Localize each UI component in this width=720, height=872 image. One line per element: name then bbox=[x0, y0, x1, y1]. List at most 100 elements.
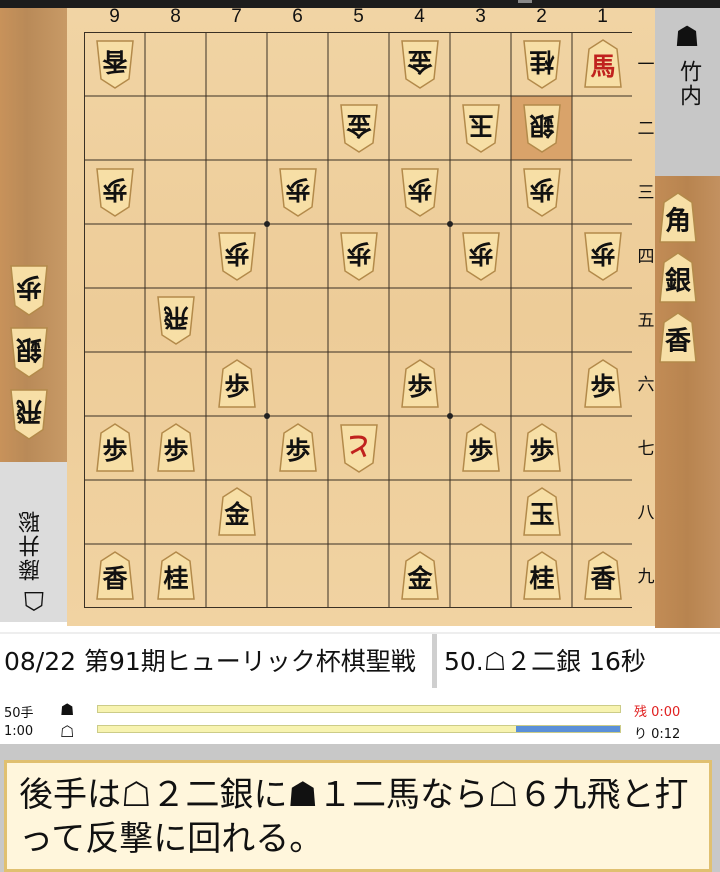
gote-piece[interactable]: 玉 bbox=[461, 103, 501, 153]
sente-mark-icon: ☗ bbox=[674, 20, 700, 53]
svg-text:歩: 歩 bbox=[407, 175, 432, 204]
column-label: 2 bbox=[536, 6, 547, 27]
svg-text:歩: 歩 bbox=[102, 436, 127, 465]
sente-piece[interactable]: 香 bbox=[583, 551, 623, 601]
star-point bbox=[264, 221, 270, 227]
svg-text:飛: 飛 bbox=[163, 303, 188, 332]
sente-piece[interactable]: 玉 bbox=[522, 487, 562, 537]
gote-hand-piece[interactable]: 歩 bbox=[9, 264, 49, 316]
star-point bbox=[447, 413, 453, 419]
gote-piece[interactable]: 歩 bbox=[522, 167, 562, 217]
svg-text:と: と bbox=[346, 431, 371, 460]
sente-piece[interactable]: 桂 bbox=[522, 551, 562, 601]
sente-piece[interactable]: 歩 bbox=[95, 423, 135, 473]
gote-time-bar bbox=[97, 725, 621, 733]
column-label: 7 bbox=[231, 6, 242, 27]
svg-text:歩: 歩 bbox=[102, 175, 127, 204]
move-count: 50手 bbox=[4, 706, 34, 721]
row-label: 五 bbox=[637, 311, 655, 331]
gote-piece[interactable]: 歩 bbox=[339, 231, 379, 281]
sente-piece[interactable]: 香 bbox=[95, 551, 135, 601]
gote-piece[interactable]: 歩 bbox=[95, 167, 135, 217]
gote-piece[interactable]: 香 bbox=[95, 39, 135, 89]
svg-text:飛: 飛 bbox=[16, 396, 42, 426]
column-label: 5 bbox=[353, 6, 364, 27]
sente-hand-piece[interactable]: 銀 bbox=[658, 252, 698, 304]
sente-piece[interactable]: 歩 bbox=[522, 423, 562, 473]
sente-piece[interactable]: 馬 bbox=[583, 39, 623, 89]
svg-text:銀: 銀 bbox=[529, 111, 554, 140]
sente-hand-piece[interactable]: 香 bbox=[658, 312, 698, 364]
sente-player-name: 竹内 bbox=[676, 60, 701, 108]
gote-piece[interactable]: 金 bbox=[400, 39, 440, 89]
gote-mark-icon: ☖ bbox=[22, 585, 46, 615]
sente-piece[interactable]: 金 bbox=[217, 487, 257, 537]
row-label: 九 bbox=[637, 567, 655, 587]
gote-player-name: 藤井聡 bbox=[19, 509, 44, 581]
sente-remaining: 残 0:00 bbox=[634, 705, 681, 720]
gote-clock-icon: ☖ bbox=[60, 722, 75, 741]
svg-text:銀: 銀 bbox=[16, 334, 42, 364]
svg-text:玉: 玉 bbox=[529, 500, 554, 529]
gote-remaining: り 0:12 bbox=[634, 727, 681, 742]
svg-text:歩: 歩 bbox=[529, 436, 554, 465]
clock-panel: 50手 ☗ 残 0:00 1:00 ☖ り 0:12 bbox=[0, 694, 720, 744]
row-label: 一 bbox=[637, 55, 655, 75]
svg-text:歩: 歩 bbox=[346, 239, 371, 268]
svg-text:香: 香 bbox=[590, 564, 615, 593]
svg-text:金: 金 bbox=[223, 500, 250, 529]
sente-piece[interactable]: 歩 bbox=[583, 359, 623, 409]
sente-piece[interactable]: 歩 bbox=[217, 359, 257, 409]
svg-text:歩: 歩 bbox=[407, 372, 432, 401]
gote-piece[interactable]: 飛 bbox=[156, 295, 196, 345]
svg-text:歩: 歩 bbox=[529, 175, 554, 204]
sente-piece[interactable]: 歩 bbox=[400, 359, 440, 409]
column-label: 1 bbox=[597, 6, 608, 27]
sente-piece[interactable]: 桂 bbox=[156, 551, 196, 601]
svg-text:金: 金 bbox=[406, 564, 433, 593]
gote-piece[interactable]: 歩 bbox=[400, 167, 440, 217]
gote-piece[interactable]: 歩 bbox=[278, 167, 318, 217]
svg-text:桂: 桂 bbox=[163, 564, 188, 593]
gote-piece[interactable]: 金 bbox=[339, 103, 379, 153]
comment-text[interactable]: 後手は☖２二銀に☗１二馬なら☖６九飛と打って反撃に回れる。 bbox=[4, 760, 712, 872]
column-label: 6 bbox=[292, 6, 303, 27]
svg-text:歩: 歩 bbox=[16, 272, 42, 302]
svg-text:馬: 馬 bbox=[590, 52, 615, 81]
svg-text:歩: 歩 bbox=[468, 436, 493, 465]
gote-piece[interactable]: 歩 bbox=[217, 231, 257, 281]
current-move[interactable]: 50.☖２二銀 16秒 bbox=[444, 642, 716, 678]
svg-text:香: 香 bbox=[102, 47, 127, 76]
sente-hand-piece[interactable]: 角 bbox=[658, 192, 698, 244]
sente-time-bar bbox=[97, 705, 621, 713]
column-label: 4 bbox=[414, 6, 425, 27]
svg-text:歩: 歩 bbox=[590, 239, 615, 268]
column-label: 9 bbox=[109, 6, 120, 27]
gote-piece[interactable]: 歩 bbox=[461, 231, 501, 281]
svg-text:香: 香 bbox=[665, 326, 691, 356]
gote-piece[interactable]: 歩 bbox=[583, 231, 623, 281]
svg-text:歩: 歩 bbox=[285, 436, 310, 465]
gote-piece[interactable]: 桂 bbox=[522, 39, 562, 89]
sente-piece[interactable]: 歩 bbox=[156, 423, 196, 473]
gote-hand-piece[interactable]: 銀 bbox=[9, 326, 49, 378]
gote-piece[interactable]: 銀 bbox=[522, 103, 562, 153]
svg-text:金: 金 bbox=[345, 111, 372, 140]
sente-piece[interactable]: 金 bbox=[400, 551, 440, 601]
svg-text:歩: 歩 bbox=[590, 372, 615, 401]
gote-hand-piece[interactable]: 飛 bbox=[9, 388, 49, 440]
star-point bbox=[264, 413, 270, 419]
event-title[interactable]: 08/22 第91期ヒューリック杯棋聖戦 bbox=[4, 642, 432, 678]
sente-piece[interactable]: 歩 bbox=[461, 423, 501, 473]
time-setting: 1:00 bbox=[4, 724, 34, 739]
sente-clock-icon: ☗ bbox=[60, 700, 75, 719]
column-label: 8 bbox=[170, 6, 181, 27]
star-point bbox=[447, 221, 453, 227]
sente-piece[interactable]: 歩 bbox=[278, 423, 318, 473]
svg-text:歩: 歩 bbox=[224, 239, 249, 268]
row-label: 七 bbox=[637, 439, 655, 459]
gote-piece[interactable]: と bbox=[339, 423, 379, 473]
column-label: 3 bbox=[475, 6, 486, 27]
svg-text:桂: 桂 bbox=[529, 564, 554, 593]
svg-text:歩: 歩 bbox=[163, 436, 188, 465]
